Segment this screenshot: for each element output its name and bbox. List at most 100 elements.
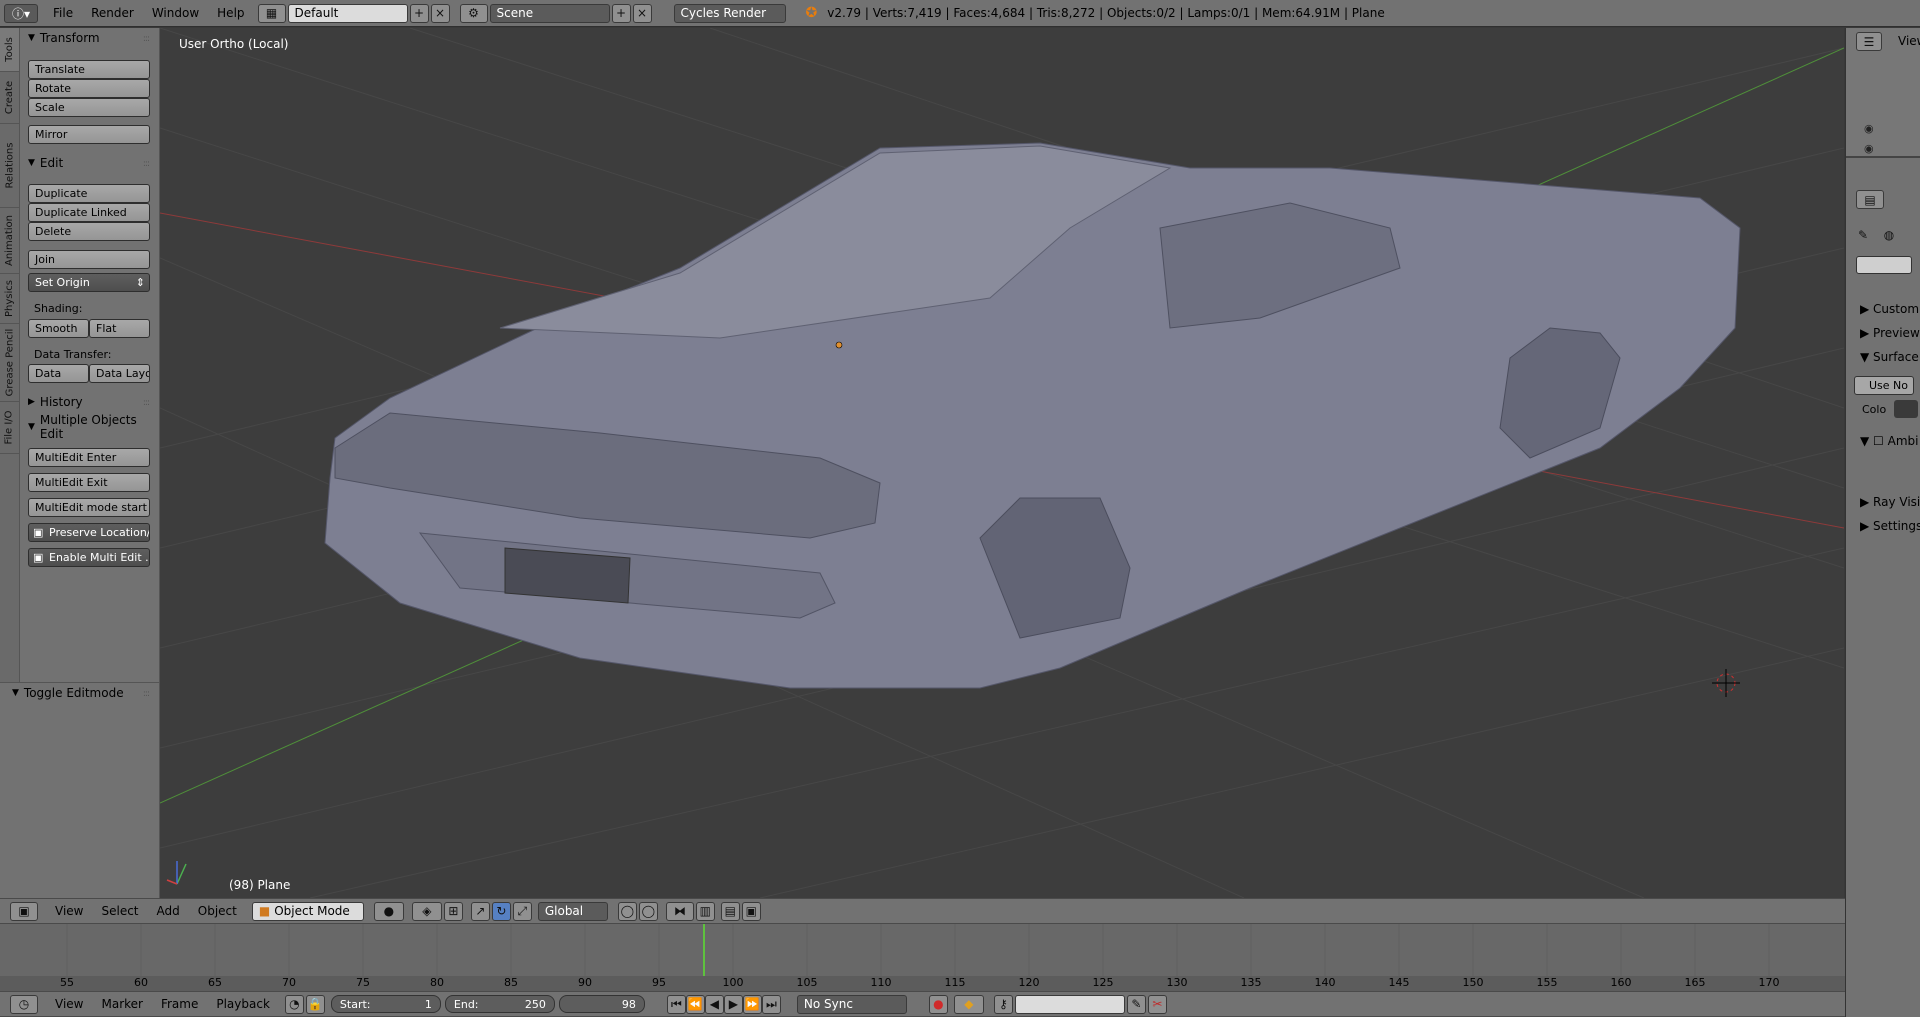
- duplicate-button[interactable]: Duplicate: [28, 184, 150, 203]
- menu-marker[interactable]: Marker: [92, 997, 151, 1011]
- camera-icon[interactable]: ▣: [741, 901, 761, 921]
- world-icon[interactable]: ◍: [1880, 226, 1898, 244]
- menu-file[interactable]: File: [44, 6, 82, 20]
- sync-select[interactable]: No Sync: [796, 994, 907, 1014]
- preview-panel-header[interactable]: ▶ Preview: [1860, 326, 1920, 340]
- menu-object[interactable]: Object: [189, 904, 246, 918]
- viewport-shading-icon[interactable]: ●: [373, 901, 404, 921]
- proportional-edit-icon[interactable]: ▥: [695, 901, 715, 921]
- pin-icon[interactable]: ✎: [1854, 226, 1872, 244]
- timeline-editor-icon[interactable]: ◷: [10, 994, 38, 1014]
- tab-relations[interactable]: Relations: [0, 124, 19, 208]
- grip-icon[interactable]: :::: [143, 689, 150, 699]
- remove-layout-icon[interactable]: ×: [430, 3, 450, 23]
- surface-panel-header[interactable]: ▼ Surface: [1860, 350, 1919, 364]
- end-frame-field[interactable]: End: 250: [444, 995, 555, 1013]
- lock-icon[interactable]: 🔒: [305, 994, 325, 1014]
- menu-playback[interactable]: Playback: [207, 997, 279, 1011]
- menu-view[interactable]: View: [46, 904, 92, 918]
- tab-animation[interactable]: Animation: [0, 208, 19, 274]
- info-editor-icon[interactable]: ⓘ▾: [4, 3, 38, 23]
- menu-add[interactable]: Add: [148, 904, 189, 918]
- keying-set-field[interactable]: [1014, 994, 1125, 1014]
- eye-icon[interactable]: ◉: [1864, 122, 1874, 135]
- menu-view[interactable]: View: [46, 997, 92, 1011]
- tab-tools[interactable]: Tools: [0, 28, 19, 72]
- rotate-button[interactable]: Rotate: [28, 79, 150, 98]
- layer-icon[interactable]: ◯: [617, 901, 637, 921]
- pivot-point-icon[interactable]: ◈: [411, 901, 442, 921]
- insert-key-icon[interactable]: ✎: [1126, 994, 1146, 1014]
- use-nodes-button[interactable]: Use No: [1854, 376, 1914, 395]
- multi-edit-panel-header[interactable]: ▼ Multiple Objects Edit: [28, 413, 159, 441]
- start-frame-field[interactable]: Start: 1: [330, 995, 441, 1013]
- jump-end-icon[interactable]: ⏭: [761, 994, 781, 1014]
- duplicate-linked-button[interactable]: Duplicate Linked: [28, 203, 150, 222]
- transform-orientation-select[interactable]: Global: [537, 901, 608, 921]
- color-swatch[interactable]: [1894, 400, 1918, 418]
- grip-icon[interactable]: :::: [143, 34, 150, 44]
- edit-panel-header[interactable]: ▼ Edit: [28, 153, 63, 173]
- ray-visibility-panel-header[interactable]: ▶ Ray Visi: [1860, 495, 1920, 509]
- jump-start-icon[interactable]: ⏮: [666, 994, 686, 1014]
- scale-manipulator-icon[interactable]: ⤢: [512, 901, 532, 921]
- world-datablock-field[interactable]: [1856, 256, 1912, 274]
- menu-select[interactable]: Select: [92, 904, 147, 918]
- add-layout-icon[interactable]: +: [409, 3, 429, 23]
- translate-manipulator-icon[interactable]: ↗: [470, 901, 490, 921]
- grip-icon[interactable]: :::: [143, 159, 150, 169]
- scale-button[interactable]: Scale: [28, 98, 150, 117]
- history-panel-header[interactable]: ▶ History: [28, 392, 83, 412]
- smooth-button[interactable]: Smooth: [28, 319, 89, 338]
- remove-scene-icon[interactable]: ×: [632, 3, 652, 23]
- mode-select[interactable]: ■ Object Mode: [251, 901, 364, 921]
- outliner-editor-icon[interactable]: ☰: [1856, 32, 1882, 51]
- preview-range-icon[interactable]: ◔: [284, 994, 304, 1014]
- play-icon[interactable]: ▶: [723, 994, 743, 1014]
- menu-frame[interactable]: Frame: [152, 997, 207, 1011]
- tab-grease-pencil[interactable]: Grease Pencil: [0, 324, 19, 402]
- tab-file-io[interactable]: File I/O: [0, 402, 19, 454]
- editor-type-icon[interactable]: ▣: [10, 901, 38, 921]
- properties-editor-icon[interactable]: ▤: [1856, 190, 1884, 209]
- tab-create[interactable]: Create: [0, 72, 19, 124]
- keying-icon[interactable]: ◆: [953, 994, 984, 1014]
- translate-button[interactable]: Translate: [28, 60, 150, 79]
- data-layout-button[interactable]: Data Layo: [89, 364, 150, 383]
- layer-icon[interactable]: ◯: [638, 901, 658, 921]
- settings-panel-header[interactable]: ▶ Settings: [1860, 519, 1920, 533]
- render-engine-select[interactable]: Cycles Render: [673, 3, 786, 23]
- delete-button[interactable]: Delete: [28, 222, 150, 241]
- scene-field[interactable]: Scene: [489, 3, 610, 23]
- join-button[interactable]: Join: [28, 250, 150, 269]
- preserve-location-button[interactable]: ▣ Preserve Location/...: [28, 523, 150, 542]
- 3d-viewport[interactable]: User Ortho (Local) (98) Plane: [160, 28, 1844, 898]
- grip-icon[interactable]: :::: [143, 398, 150, 408]
- data-button[interactable]: Data: [28, 364, 89, 383]
- add-scene-icon[interactable]: +: [611, 3, 631, 23]
- render-icon[interactable]: ▤: [720, 901, 740, 921]
- play-reverse-icon[interactable]: ◀: [704, 994, 724, 1014]
- scene-icon[interactable]: ⚙: [459, 3, 488, 23]
- current-frame-line[interactable]: [703, 924, 705, 976]
- mirror-button[interactable]: Mirror: [28, 125, 150, 144]
- multiedit-mode-start-button[interactable]: MultiEdit mode start: [28, 498, 150, 517]
- set-origin-select[interactable]: Set Origin ⇕: [28, 273, 150, 292]
- current-frame-field[interactable]: 98: [558, 995, 645, 1013]
- next-keyframe-icon[interactable]: ⏩: [742, 994, 762, 1014]
- eye-icon[interactable]: ◉: [1864, 142, 1874, 155]
- keying-set-icon[interactable]: ⚷: [993, 994, 1013, 1014]
- delete-key-icon[interactable]: ✂: [1147, 994, 1167, 1014]
- rotate-manipulator-icon[interactable]: ↻: [491, 901, 511, 921]
- transform-panel-header[interactable]: ▼ Transform: [28, 28, 100, 48]
- custom-panel-header[interactable]: ▶ Custom: [1860, 302, 1919, 316]
- enable-multi-edit-button[interactable]: ▣ Enable Multi Edit ...: [28, 548, 150, 567]
- outliner-view-menu[interactable]: View: [1898, 34, 1920, 48]
- menu-render[interactable]: Render: [82, 6, 143, 20]
- menu-window[interactable]: Window: [143, 6, 208, 20]
- multiedit-enter-button[interactable]: MultiEdit Enter: [28, 448, 150, 467]
- menu-help[interactable]: Help: [208, 6, 253, 20]
- tab-physics[interactable]: Physics: [0, 274, 19, 324]
- prev-keyframe-icon[interactable]: ⏪: [685, 994, 705, 1014]
- operator-panel-header[interactable]: ▼ Toggle Editmode: [12, 683, 124, 703]
